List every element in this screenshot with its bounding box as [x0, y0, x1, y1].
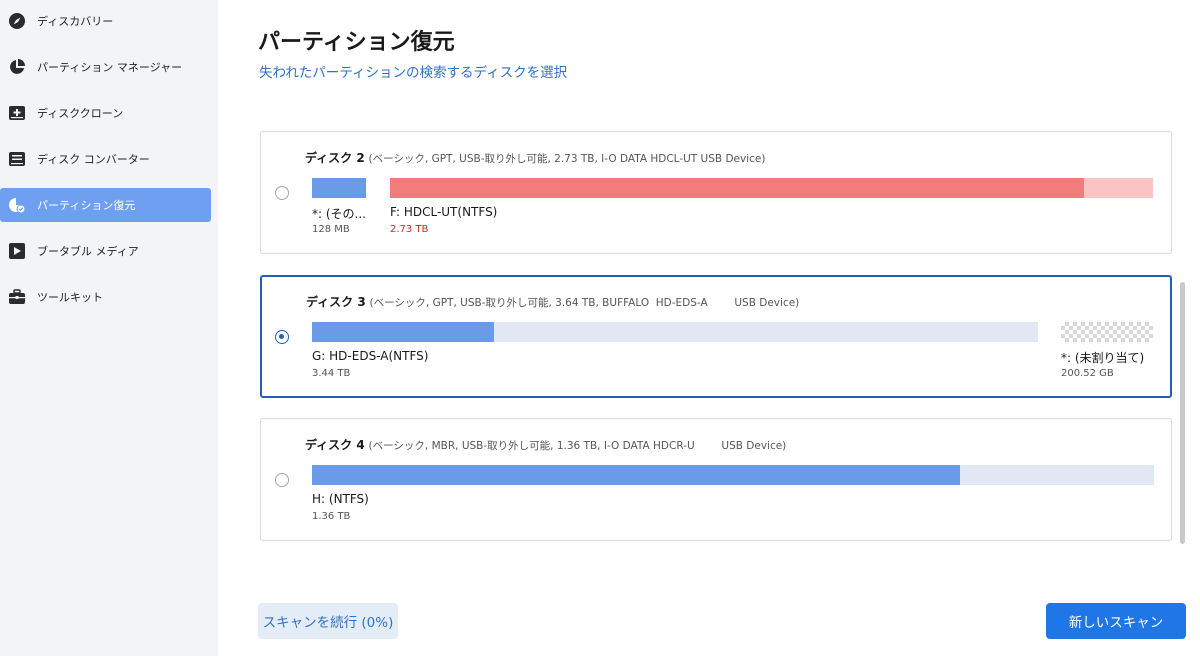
disk-radio[interactable] — [275, 186, 289, 200]
sidebar-item-label: パーティション マネージャー — [37, 61, 183, 74]
partition-label: *: (未割り当て) — [1061, 351, 1145, 365]
sidebar-item-label: ブータブル メディア — [37, 245, 139, 258]
sidebar-item-label: パーティション復元 — [37, 199, 136, 212]
disk-details: (ベーシック, GPT, USB-取り外し可能, 3.64 TB, BUFFAL… — [369, 297, 800, 309]
toolbox-icon — [8, 288, 26, 306]
partition-bar[interactable] — [312, 465, 1154, 485]
sidebar-item-label: ツールキット — [37, 291, 103, 304]
disk-details: (ベーシック, GPT, USB-取り外し可能, 2.73 TB, I-O DA… — [368, 153, 766, 165]
page-subtitle: 失われたパーティションの検索するディスクを選択 — [259, 65, 568, 81]
new-scan-button[interactable]: 新しいスキャン — [1046, 603, 1186, 639]
disk-title: ディスク 3 (ベーシック, GPT, USB-取り外し可能, 3.64 TB,… — [306, 293, 799, 310]
disk-radio[interactable] — [275, 330, 289, 344]
partition-bar-fill — [312, 322, 494, 342]
sidebar-item-label: ディスククローン — [37, 107, 124, 120]
partition-label: F: HDCL-UT(NTFS) — [390, 205, 498, 219]
partition-size: 200.52 GB — [1061, 368, 1114, 379]
partition-size: 128 MB — [312, 224, 350, 235]
disk-name: ディスク 4 — [305, 438, 365, 452]
scrollbar[interactable] — [1180, 282, 1185, 544]
page-title: パーティション復元 — [258, 30, 455, 55]
partition-bar[interactable] — [312, 322, 1038, 342]
disk-title: ディスク 4 (ベーシック, MBR, USB-取り外し可能, 1.36 TB,… — [305, 436, 786, 453]
continue-scan-button[interactable]: スキャンを続行 (0%) — [258, 603, 398, 639]
pie-chart-icon — [8, 58, 26, 76]
partition-size: 2.73 TB — [390, 224, 429, 235]
sidebar-item-toolkit[interactable]: ツールキット — [0, 280, 211, 314]
partition-size: 3.44 TB — [312, 368, 351, 379]
disk-card-2[interactable]: ディスク 2 (ベーシック, GPT, USB-取り外し可能, 2.73 TB,… — [260, 131, 1172, 254]
sidebar-item-label: ディスカバリー — [37, 15, 114, 28]
disk-name: ディスク 2 — [305, 151, 365, 165]
sidebar-item-disk-clone[interactable]: ディスククローン — [0, 96, 211, 130]
partition-bar-fill — [390, 178, 1085, 198]
disk-converter-icon — [8, 150, 26, 168]
disk-card-4[interactable]: ディスク 4 (ベーシック, MBR, USB-取り外し可能, 1.36 TB,… — [260, 418, 1172, 541]
disk-details: (ベーシック, MBR, USB-取り外し可能, 1.36 TB, I-O DA… — [368, 440, 787, 452]
partition-size: 1.36 TB — [312, 511, 351, 522]
sidebar-item-partition-manager[interactable]: パーティション マネージャー — [0, 50, 211, 84]
disk-title: ディスク 2 (ベーシック, GPT, USB-取り外し可能, 2.73 TB,… — [305, 149, 765, 166]
sidebar: ディスカバリー パーティション マネージャー ディスククローン ディスク コンバ… — [0, 0, 218, 656]
sidebar-item-disk-converter[interactable]: ディスク コンバーター — [0, 142, 211, 176]
unallocated-bar[interactable] — [1061, 322, 1153, 342]
disk-radio[interactable] — [275, 473, 289, 487]
partition-bar-fill — [312, 465, 961, 485]
disk-card-3[interactable]: ディスク 3 (ベーシック, GPT, USB-取り外し可能, 3.64 TB,… — [260, 275, 1172, 398]
sidebar-item-discovery[interactable]: ディスカバリー — [0, 4, 211, 38]
partition-recovery-icon — [8, 196, 26, 214]
partition-label: G: HD-EDS-A(NTFS) — [312, 349, 429, 363]
disk-clone-icon — [8, 104, 26, 122]
disk-name: ディスク 3 — [306, 295, 366, 309]
sidebar-item-partition-recovery[interactable]: パーティション復元 — [0, 188, 211, 222]
partition-label: *: (その... — [312, 207, 366, 221]
partition-label: H: (NTFS) — [312, 492, 369, 506]
bootable-media-icon — [8, 242, 26, 260]
partition-bar-fill — [312, 178, 366, 198]
sidebar-item-label: ディスク コンバーター — [37, 153, 150, 166]
sidebar-item-bootable-media[interactable]: ブータブル メディア — [0, 234, 211, 268]
partition-bar[interactable] — [390, 178, 1153, 198]
partition-bar[interactable] — [312, 178, 366, 198]
compass-icon — [8, 12, 26, 30]
